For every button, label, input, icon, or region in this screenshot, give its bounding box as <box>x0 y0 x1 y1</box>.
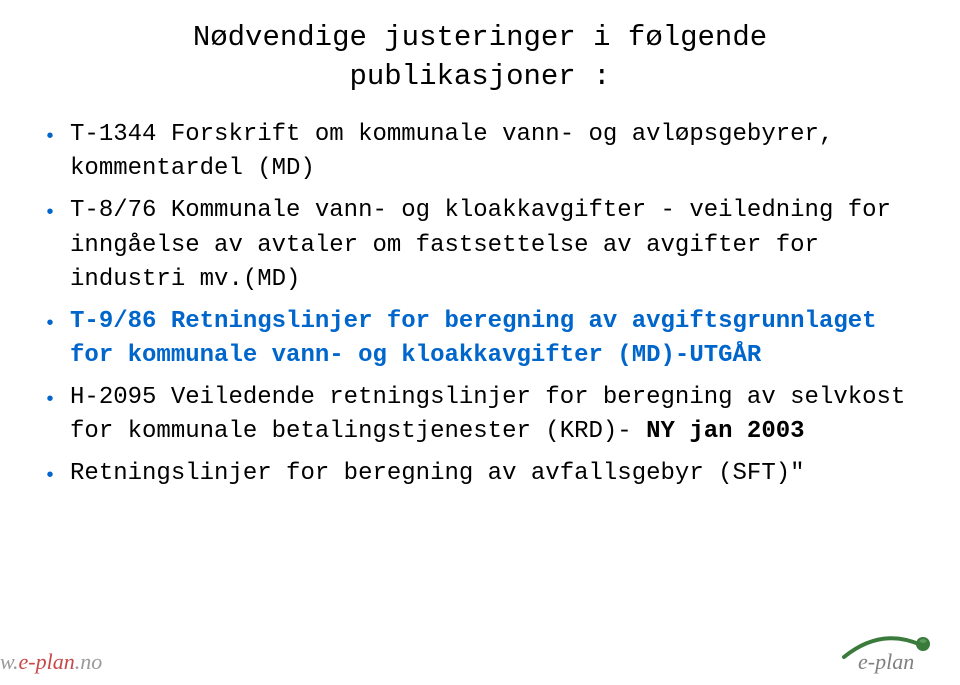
title-line-2: publikasjoner : <box>349 60 610 93</box>
logo-icon: e-plan <box>826 617 946 677</box>
footer-url: w.e-plan.no <box>0 649 102 675</box>
bullet-icon: • <box>44 463 56 491</box>
list-item: • T-8/76 Kommunale vann- og kloakkavgift… <box>40 194 920 296</box>
list-item-text: T-1344 Forskrift om kommunale vann- og a… <box>70 118 920 186</box>
footer-suffix: .no <box>75 649 103 674</box>
title-line-1: Nødvendige justeringer i følgende <box>193 21 767 54</box>
text-part: Retningslinjer for beregning av avfallsg… <box>70 460 805 487</box>
bullet-icon: • <box>44 200 56 228</box>
footer-red: e-plan <box>19 649 75 674</box>
bullet-icon: • <box>44 124 56 152</box>
slide-content: Nødvendige justeringer i følgende publik… <box>0 0 960 491</box>
slide-title: Nødvendige justeringer i følgende publik… <box>40 18 920 96</box>
list-item: • T-9/86 Retningslinjer for beregning av… <box>40 305 920 373</box>
list-item-text: T-8/76 Kommunale vann- og kloakkavgifter… <box>70 194 920 296</box>
bullet-list: • T-1344 Forskrift om kommunale vann- og… <box>40 118 920 491</box>
bullet-icon: • <box>44 387 56 415</box>
bullet-icon: • <box>44 311 56 339</box>
list-item-text: T-9/86 Retningslinjer for beregning av a… <box>70 305 920 373</box>
text-part: T-8/76 Kommunale vann- og kloakkavgifter… <box>70 197 891 292</box>
logo: e-plan <box>826 617 946 677</box>
text-part: T-1344 Forskrift om kommunale vann- og a… <box>70 121 833 182</box>
list-item: • Retningslinjer for beregning av avfall… <box>40 457 920 491</box>
text-part-bold: NY jan 2003 <box>646 418 804 445</box>
footer-prefix: w. <box>0 649 19 674</box>
text-part: T-9/86 Retningslinjer for beregning av a… <box>70 308 877 369</box>
logo-text: e-plan <box>858 649 914 674</box>
list-item-text: H-2095 Veiledende retningslinjer for ber… <box>70 381 920 449</box>
list-item-text: Retningslinjer for beregning av avfallsg… <box>70 457 920 491</box>
list-item: • H-2095 Veiledende retningslinjer for b… <box>40 381 920 449</box>
list-item: • T-1344 Forskrift om kommunale vann- og… <box>40 118 920 186</box>
